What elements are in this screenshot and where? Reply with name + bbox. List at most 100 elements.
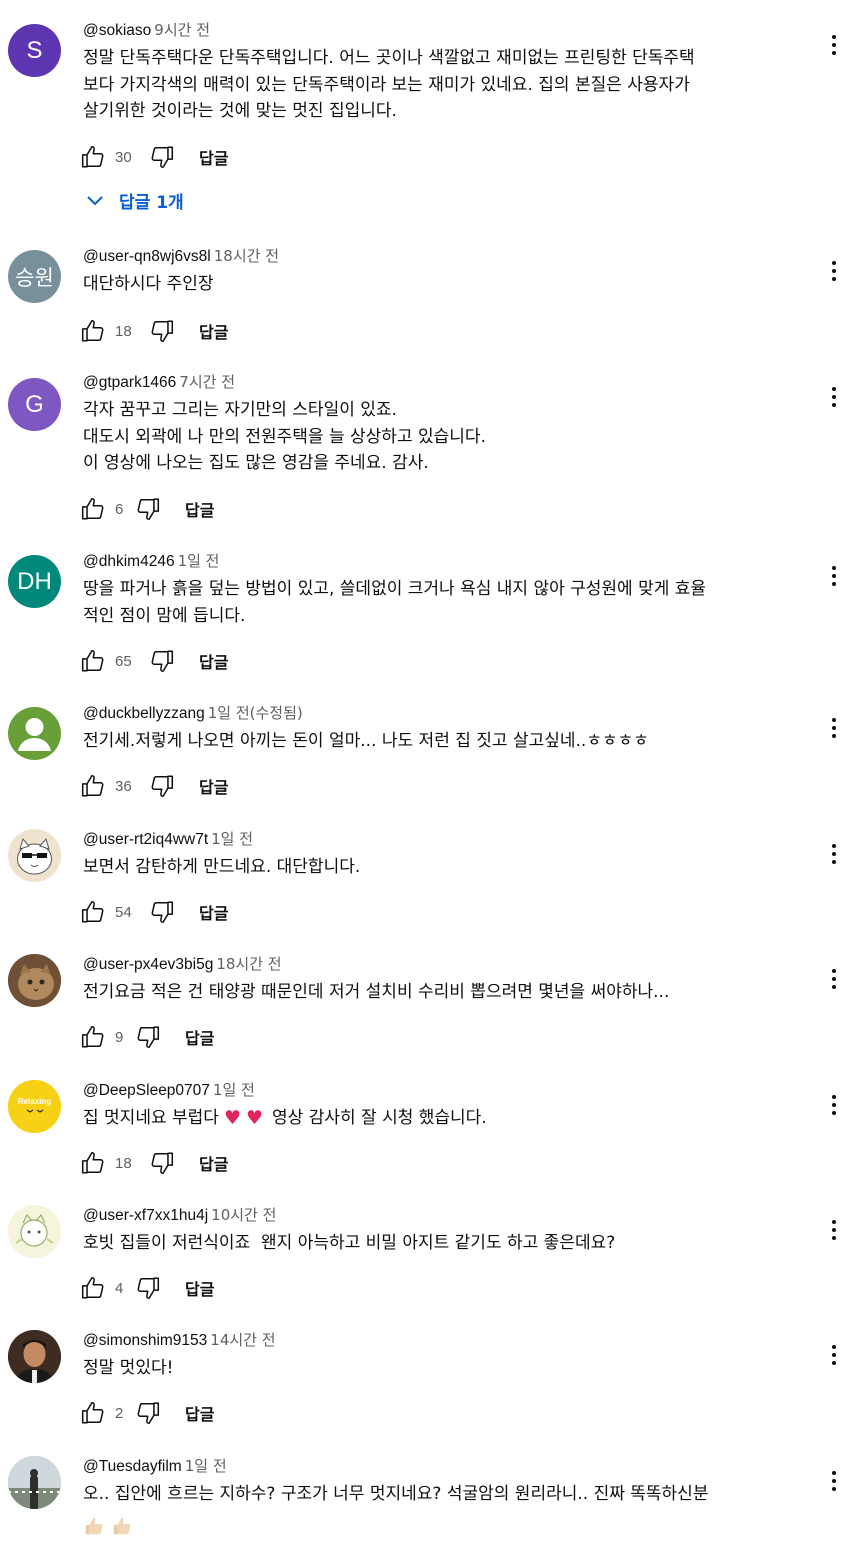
comment-time[interactable]: 1일 전 xyxy=(185,1457,227,1475)
comment-time[interactable]: 18시간 전 xyxy=(216,955,281,973)
like-button[interactable] xyxy=(80,1149,106,1177)
like-count: 30 xyxy=(115,148,132,166)
more-options-icon[interactable] xyxy=(826,561,842,591)
like-button[interactable] xyxy=(80,772,106,800)
like-button[interactable] xyxy=(80,1274,106,1302)
avatar[interactable] xyxy=(8,1330,61,1383)
like-button[interactable] xyxy=(80,647,106,675)
reply-button[interactable]: 답글 xyxy=(199,900,228,924)
dislike-button[interactable] xyxy=(135,1274,161,1302)
emoji-row xyxy=(83,1514,808,1538)
comment-author[interactable]: @user-rt2iq4ww7t xyxy=(83,831,208,848)
comment-author[interactable]: @user-qn8wj6vs8l xyxy=(83,248,211,265)
thumbs-up-icon xyxy=(81,319,104,342)
more-options-icon[interactable] xyxy=(826,256,842,286)
dislike-button[interactable] xyxy=(149,143,175,171)
heart-emoji: ♥ xyxy=(245,1107,264,1129)
like-button[interactable] xyxy=(80,143,106,171)
more-options-icon[interactable] xyxy=(826,1090,842,1120)
cat-photo-avatar xyxy=(8,954,61,1007)
comment-actions: 18 답글 xyxy=(80,316,228,346)
comment-author[interactable]: @DeepSleep0707 xyxy=(83,1082,210,1099)
comment-text: 전기요금 적은 건 태양광 때문인데 저거 설치비 수리비 뽑으려면 몇년을 써… xyxy=(83,982,670,1002)
like-button[interactable] xyxy=(80,898,106,926)
avatar[interactable] xyxy=(8,707,61,760)
avatar[interactable] xyxy=(8,954,61,1007)
more-options-icon[interactable] xyxy=(826,1215,842,1245)
comment-author[interactable]: @sokiaso xyxy=(83,22,151,39)
comment-author[interactable]: @gtpark1466 xyxy=(83,374,176,391)
comment-author[interactable]: @duckbellyzzang xyxy=(83,705,205,722)
dislike-button[interactable] xyxy=(149,1149,175,1177)
like-count: 65 xyxy=(115,652,132,670)
more-options-icon[interactable] xyxy=(826,1466,842,1496)
comment-text: 오.. 집안에 흐르는 지하수? 구조가 너무 멋지네요? 석굴암의 원리라니.… xyxy=(83,1484,709,1504)
comment-time[interactable]: 18시간 전 xyxy=(214,247,279,265)
comment-author[interactable]: @user-px4ev3bi5g xyxy=(83,956,213,973)
comment-author[interactable]: @Tuesdayfilm xyxy=(83,1458,182,1475)
comment-time[interactable]: 9시간 전 xyxy=(154,21,210,39)
thumbs-up-icon xyxy=(81,145,104,168)
reply-button[interactable]: 답글 xyxy=(185,1276,214,1300)
avatar[interactable] xyxy=(8,1205,61,1258)
thumbs-up-icon xyxy=(81,900,104,923)
more-options-icon[interactable] xyxy=(826,839,842,869)
comment-text: 정말 단독주택다운 단독주택입니다. 어느 곳이나 색깔없고 재미없는 프린팅한… xyxy=(83,48,695,121)
reply-button[interactable]: 답글 xyxy=(199,145,228,169)
reply-button[interactable]: 답글 xyxy=(199,649,228,673)
comment-actions: 4 답글 xyxy=(80,1273,214,1303)
avatar[interactable]: Relaxing xyxy=(8,1080,61,1133)
comment-time[interactable]: 10시간 전 xyxy=(211,1206,276,1224)
chevron-down-icon xyxy=(87,195,103,205)
avatar[interactable]: DH xyxy=(8,555,61,608)
comment-author[interactable]: @simonshim9153 xyxy=(83,1332,207,1349)
more-options-icon[interactable] xyxy=(826,30,842,60)
more-options-icon[interactable] xyxy=(826,1340,842,1370)
comment-author[interactable]: @dhkim4246 xyxy=(83,553,175,570)
dislike-button[interactable] xyxy=(149,647,175,675)
like-button[interactable] xyxy=(80,495,106,523)
thumbs-up-icon xyxy=(81,1276,104,1299)
dislike-button[interactable] xyxy=(135,495,161,523)
thumbs-up-icon xyxy=(81,774,104,797)
avatar[interactable]: G xyxy=(8,378,61,431)
avatar[interactable] xyxy=(8,829,61,882)
dislike-button[interactable] xyxy=(135,1399,161,1427)
reply-button[interactable]: 답글 xyxy=(185,1401,214,1425)
dislike-button[interactable] xyxy=(149,898,175,926)
reply-button[interactable]: 답글 xyxy=(185,1025,214,1049)
comment-time[interactable]: 1일 전 xyxy=(213,1081,255,1099)
dislike-button[interactable] xyxy=(149,317,175,345)
like-button[interactable] xyxy=(80,1023,106,1051)
thumbs-down-icon xyxy=(137,498,160,521)
like-count: 54 xyxy=(115,903,132,921)
comment-time[interactable]: 1일 전 xyxy=(211,830,253,848)
avatar[interactable]: S xyxy=(8,24,61,77)
more-options-icon[interactable] xyxy=(826,713,842,743)
comment-author[interactable]: @user-xf7xx1hu4j xyxy=(83,1207,208,1224)
default-user-icon xyxy=(18,718,51,751)
comment-time[interactable]: 1일 전 xyxy=(178,552,220,570)
reply-button[interactable]: 답글 xyxy=(185,497,214,521)
avatar[interactable]: 승원 xyxy=(8,250,61,303)
comment-time[interactable]: 7시간 전 xyxy=(179,373,235,391)
more-options-icon[interactable] xyxy=(826,964,842,994)
thumbs-up-icon xyxy=(81,1151,104,1174)
thumbs-down-icon xyxy=(151,650,174,673)
reply-button[interactable]: 답글 xyxy=(199,319,228,343)
thumbs-down-icon xyxy=(151,775,174,798)
comment-time[interactable]: 14시간 전 xyxy=(210,1331,275,1349)
dislike-button[interactable] xyxy=(135,1023,161,1051)
comment-time[interactable]: 1일 전(수정됨) xyxy=(208,704,303,722)
dislike-button[interactable] xyxy=(149,772,175,800)
comment-text: 호빗 집들이 저런식이죠 왠지 아늑하고 비밀 아지트 같기도 하고 좋은데요? xyxy=(83,1233,616,1253)
more-options-icon[interactable] xyxy=(826,382,842,412)
avatar[interactable] xyxy=(8,1456,61,1509)
like-count: 9 xyxy=(115,1028,124,1046)
like-button[interactable] xyxy=(80,317,106,345)
comment-text: 정말 멋있다! xyxy=(83,1358,174,1378)
like-button[interactable] xyxy=(80,1399,106,1427)
view-replies-button[interactable]: 답글 1개 xyxy=(85,188,184,213)
reply-button[interactable]: 답글 xyxy=(199,774,228,798)
reply-button[interactable]: 답글 xyxy=(199,1151,228,1175)
